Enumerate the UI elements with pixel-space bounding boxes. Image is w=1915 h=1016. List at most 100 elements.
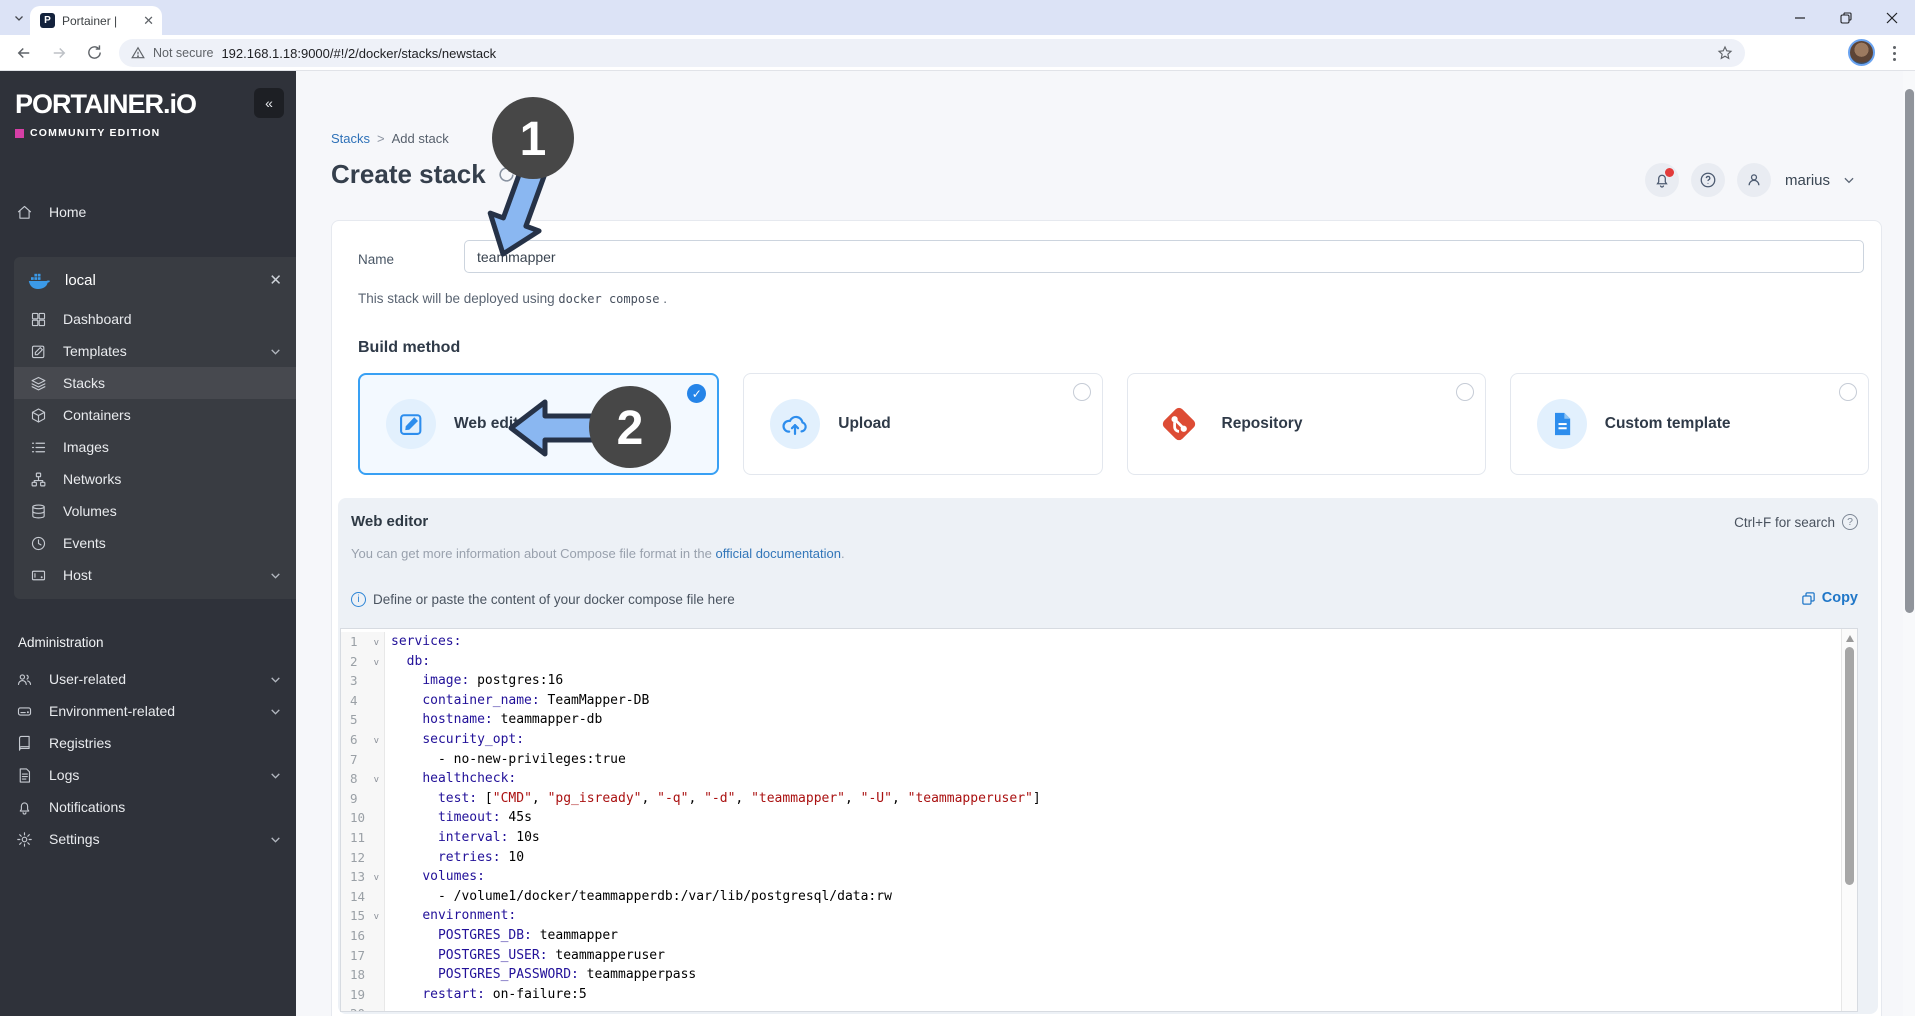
sidebar-item-volumes[interactable]: Volumes [14, 495, 296, 527]
code-text[interactable]: db: [385, 652, 430, 672]
browser-menu-icon[interactable] [1885, 43, 1903, 63]
stack-name-input[interactable] [464, 240, 1864, 273]
not-secure-label[interactable]: Not secure [153, 46, 213, 60]
sidebar-item-registries[interactable]: Registries [0, 727, 296, 759]
forward-button[interactable] [48, 42, 70, 64]
main-content: Stacks>Add stack Create stack marius Nam… [296, 71, 1903, 1016]
tab-search-button[interactable] [8, 7, 30, 29]
chevron-down-icon[interactable] [269, 345, 282, 358]
url-text[interactable]: 192.168.1.18:9000/#!/2/docker/stacks/new… [221, 46, 1709, 61]
code-text[interactable]: image: postgres:16 [385, 671, 563, 691]
portainer-favicon-icon: P [40, 13, 55, 28]
sidebar-item-templates[interactable]: Templates [14, 335, 296, 367]
code-text[interactable]: security_opt: [385, 730, 524, 750]
build-method-web-editor[interactable]: Web editor✓ [358, 373, 719, 475]
code-text[interactable] [385, 1004, 391, 1012]
sidebar-item-stacks[interactable]: Stacks [14, 367, 296, 399]
code-text[interactable]: interval: 10s [385, 828, 540, 848]
selected-check-icon[interactable]: ✓ [687, 384, 706, 403]
refresh-icon[interactable] [497, 165, 516, 184]
sidebar-item-networks[interactable]: Networks [14, 463, 296, 495]
window-restore-button[interactable] [1823, 0, 1869, 35]
code-text[interactable]: restart: on-failure:5 [385, 985, 587, 1005]
code-line: 16 POSTGRES_DB: teammapper [341, 926, 1841, 946]
code-text[interactable]: healthcheck: [385, 769, 516, 789]
code-text[interactable]: timeout: 45s [385, 808, 532, 828]
code-text[interactable]: POSTGRES_USER: teammapperuser [385, 946, 665, 966]
editor-scrollbar-thumb[interactable] [1845, 647, 1854, 885]
create-stack-form-card: Name This stack will be deployed using d… [331, 220, 1882, 1016]
sidebar-item-images[interactable]: Images [14, 431, 296, 463]
editor-scrollbar[interactable] [1841, 629, 1857, 1011]
browser-profile-avatar[interactable] [1848, 39, 1875, 66]
radio-unselected-icon[interactable] [1456, 383, 1474, 401]
sidebar-item-label: Templates [63, 343, 127, 359]
code-text[interactable]: hostname: teammapper-db [385, 710, 602, 730]
user-menu-button[interactable] [1737, 163, 1771, 197]
tab-close-icon[interactable]: ✕ [143, 13, 154, 29]
scroll-up-arrow-icon[interactable] [1846, 635, 1854, 642]
code-text[interactable]: test: ["CMD", "pg_isready", "-q", "-d", … [385, 789, 1041, 809]
code-text[interactable]: POSTGRES_DB: teammapper [385, 926, 618, 946]
code-text[interactable]: volumes: [385, 867, 485, 887]
line-number: 12 [341, 848, 385, 868]
code-text[interactable]: services: [385, 632, 461, 652]
compose-code-editor[interactable]: 1vservices:2v db:3 image: postgres:164 c… [340, 628, 1858, 1012]
docker-compose-code: docker compose [558, 292, 659, 306]
chevron-down-icon [13, 12, 25, 24]
bookmark-star-icon[interactable] [1717, 45, 1733, 61]
breadcrumb-separator: > [377, 131, 385, 146]
sidebar-item-local[interactable]: local ✕ [14, 257, 296, 303]
code-line: 19 restart: on-failure:5 [341, 985, 1841, 1005]
radio-unselected-icon[interactable] [1839, 383, 1857, 401]
sidebar-item-logs[interactable]: Logs [0, 759, 296, 791]
help-button[interactable] [1691, 163, 1725, 197]
sidebar-item-home[interactable]: Home [0, 196, 296, 228]
chevron-down-icon[interactable] [269, 705, 282, 718]
sidebar-item-label: Stacks [63, 375, 105, 391]
radio-unselected-icon[interactable] [1073, 383, 1091, 401]
official-documentation-link[interactable]: official documentation [715, 546, 841, 561]
breadcrumb-stacks-link[interactable]: Stacks [331, 131, 370, 146]
sidebar-item-events[interactable]: Events [14, 527, 296, 559]
window-close-button[interactable] [1869, 0, 1915, 35]
sidebar-collapse-button[interactable]: « [254, 88, 284, 118]
code-text[interactable]: - no-new-privileges:true [385, 750, 626, 770]
code-line: 11 interval: 10s [341, 828, 1841, 848]
page-scrollbar-thumb[interactable] [1905, 89, 1914, 613]
chevron-down-icon[interactable] [269, 673, 282, 686]
sidebar-item-settings[interactable]: Settings [0, 823, 296, 855]
copy-button[interactable]: Copy [1801, 590, 1858, 606]
question-circle-icon[interactable]: ? [1842, 514, 1858, 530]
username[interactable]: marius [1785, 172, 1830, 189]
sidebar-item-notifications[interactable]: Notifications [0, 791, 296, 823]
sidebar-item-environment-related[interactable]: Environment-related [0, 695, 296, 727]
code-text[interactable]: container_name: TeamMapper-DB [385, 691, 649, 711]
line-number: 10 [341, 808, 385, 828]
back-button[interactable] [13, 42, 35, 64]
chevron-down-icon[interactable] [269, 569, 282, 582]
sidebar-item-user-related[interactable]: User-related [0, 663, 296, 695]
build-method-custom-template[interactable]: Custom template [1510, 373, 1869, 475]
reload-button[interactable] [83, 42, 105, 64]
browser-tab[interactable]: P Portainer | ✕ [30, 6, 162, 35]
sidebar-item-dashboard[interactable]: Dashboard [14, 303, 296, 335]
chevron-down-icon[interactable] [1842, 173, 1856, 187]
build-method-upload[interactable]: Upload [743, 373, 1102, 475]
chevron-down-icon[interactable] [269, 769, 282, 782]
sidebar-item-host[interactable]: Host [14, 559, 296, 591]
environment-close-icon[interactable]: ✕ [269, 271, 282, 289]
code-text[interactable]: - /volume1/docker/teammapperdb:/var/lib/… [385, 887, 892, 907]
browser-toolbar: Not secure 192.168.1.18:9000/#!/2/docker… [0, 35, 1915, 71]
window-minimize-button[interactable] [1777, 0, 1823, 35]
code-text[interactable]: retries: 10 [385, 848, 524, 868]
notifications-button[interactable] [1645, 163, 1679, 197]
sidebar-item-containers[interactable]: Containers [14, 399, 296, 431]
code-text[interactable]: POSTGRES_PASSWORD: teammapperpass [385, 965, 696, 985]
url-bar[interactable]: Not secure 192.168.1.18:9000/#!/2/docker… [119, 39, 1745, 67]
build-method-repository[interactable]: Repository [1127, 373, 1486, 475]
code-text[interactable]: environment: [385, 906, 516, 926]
chevron-down-icon[interactable] [269, 833, 282, 846]
page-scrollbar[interactable] [1903, 71, 1915, 1016]
edition-square-icon [15, 129, 24, 138]
